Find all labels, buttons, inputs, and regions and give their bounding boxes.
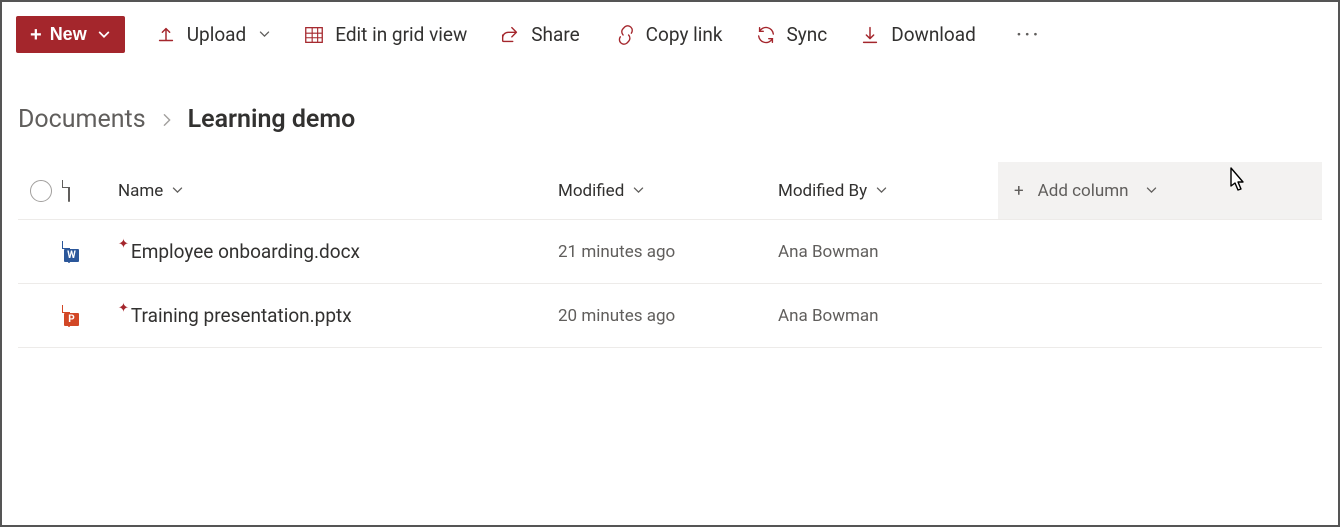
plus-icon: + <box>30 25 42 45</box>
cursor-pointer-icon <box>1222 165 1252 206</box>
file-type-cell <box>68 242 118 262</box>
file-name-link[interactable]: Training presentation.pptx <box>131 304 352 327</box>
add-column-label: Add column <box>1038 181 1129 201</box>
column-header-modified[interactable]: Modified <box>558 181 778 201</box>
command-bar: + New Upload Edit in grid view Share Cop… <box>2 2 1338 67</box>
chevron-right-icon <box>160 105 174 134</box>
breadcrumb-current: Learning demo <box>188 105 356 134</box>
upload-label: Upload <box>187 23 247 46</box>
powerpoint-file-icon <box>68 305 70 327</box>
word-file-icon <box>68 241 70 263</box>
chevron-down-icon <box>875 184 888 197</box>
column-name-label: Name <box>118 181 163 201</box>
breadcrumb: Documents Learning demo <box>2 67 1338 162</box>
column-modified-by-label: Modified By <box>778 181 867 201</box>
column-modified-label: Modified <box>558 181 624 201</box>
edit-grid-label: Edit in grid view <box>335 23 467 46</box>
chevron-down-icon <box>1145 184 1158 197</box>
modified-by-cell: Ana Bowman <box>778 242 998 262</box>
document-icon <box>68 180 70 202</box>
chevron-down-icon <box>171 184 184 197</box>
table-header: Name Modified Modified By + Add column <box>18 162 1322 220</box>
share-button[interactable]: Share <box>497 19 581 50</box>
new-indicator-icon: ✦ <box>118 237 129 252</box>
share-label: Share <box>531 23 579 46</box>
new-button-label: New <box>50 24 87 45</box>
link-icon <box>612 24 636 46</box>
chevron-down-icon <box>632 184 645 197</box>
share-icon <box>499 24 521 46</box>
more-actions-button[interactable]: ··· <box>1006 17 1051 53</box>
file-name-link[interactable]: Employee onboarding.docx <box>131 240 360 263</box>
copy-link-button[interactable]: Copy link <box>610 19 725 50</box>
file-name-cell: ✦ Training presentation.pptx <box>118 304 558 327</box>
new-button[interactable]: + New <box>16 16 125 53</box>
download-label: Download <box>891 23 976 46</box>
edit-grid-view-button[interactable]: Edit in grid view <box>301 19 469 50</box>
download-icon <box>859 24 881 46</box>
upload-button[interactable]: Upload <box>153 19 274 50</box>
sync-label: Sync <box>787 23 828 46</box>
new-indicator-icon: ✦ <box>118 301 129 316</box>
file-type-header[interactable] <box>68 181 118 201</box>
table-row[interactable]: ✦ Employee onboarding.docx 21 minutes ag… <box>18 220 1322 284</box>
grid-icon <box>303 24 325 46</box>
modified-cell: 20 minutes ago <box>558 306 778 326</box>
copy-link-label: Copy link <box>646 23 723 46</box>
modified-by-cell: Ana Bowman <box>778 306 998 326</box>
chevron-down-icon <box>97 28 111 42</box>
file-table: Name Modified Modified By + Add column <box>2 162 1338 348</box>
add-column-button[interactable]: + Add column <box>998 162 1322 219</box>
download-button[interactable]: Download <box>857 19 978 50</box>
table-row[interactable]: ✦ Training presentation.pptx 20 minutes … <box>18 284 1322 348</box>
chevron-down-icon <box>258 28 271 41</box>
column-header-modified-by[interactable]: Modified By <box>778 181 998 201</box>
column-header-name[interactable]: Name <box>118 181 558 201</box>
upload-icon <box>155 24 177 46</box>
select-all-toggle[interactable] <box>30 180 52 202</box>
file-type-cell <box>68 306 118 326</box>
sync-button[interactable]: Sync <box>753 19 830 50</box>
plus-icon: + <box>1014 181 1024 201</box>
select-all-cell <box>18 180 68 202</box>
file-name-cell: ✦ Employee onboarding.docx <box>118 240 558 263</box>
sync-icon <box>755 24 777 46</box>
modified-cell: 21 minutes ago <box>558 242 778 262</box>
breadcrumb-root[interactable]: Documents <box>18 105 146 134</box>
